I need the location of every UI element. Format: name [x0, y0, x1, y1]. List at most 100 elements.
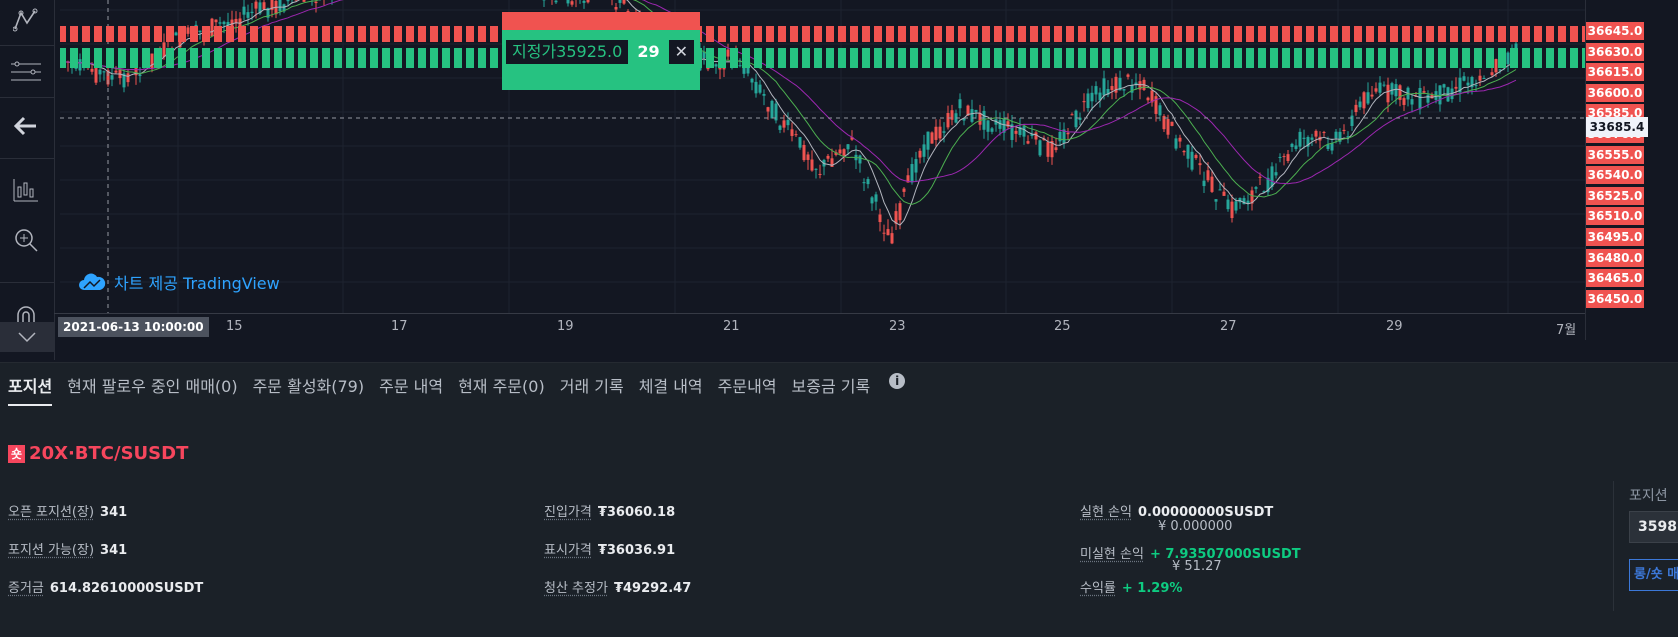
- order-band-red: [334, 26, 342, 42]
- candle-body: [1023, 126, 1026, 136]
- candle-body: [151, 54, 154, 69]
- order-band-red: [850, 26, 858, 42]
- candlestick-pane[interactable]: [60, 0, 1585, 313]
- order-band-green: [706, 48, 714, 68]
- order-band-green: [346, 48, 354, 68]
- order-band-red: [922, 26, 930, 42]
- entry-price-field: 진입가격₮36060.18: [544, 501, 675, 520]
- order-price-label[interactable]: 지정가35925.0: [505, 39, 629, 65]
- order-band-red: [418, 26, 426, 42]
- order-line-widget[interactable]: 지정가35925.0 29 ✕: [502, 12, 700, 90]
- candle-body: [1475, 85, 1478, 86]
- realized-cny: ¥ 0.000000: [1158, 519, 1232, 534]
- order-band-green: [1498, 48, 1506, 68]
- order-band-green: [718, 48, 726, 68]
- order-band-green: [1258, 48, 1266, 68]
- candle-body: [1027, 141, 1030, 143]
- candle-body: [927, 132, 930, 150]
- candle-body: [279, 0, 282, 11]
- order-band-red: [958, 26, 966, 42]
- unrealized-label: 미실현 손익: [1080, 547, 1144, 562]
- back-arrow-icon[interactable]: [6, 106, 46, 146]
- margin-field: 증거금614.82610000SUSDT: [8, 577, 203, 596]
- order-band-red: [1462, 26, 1470, 42]
- fib-tool-icon[interactable]: [6, 52, 46, 92]
- candle-body: [103, 71, 106, 72]
- candle-body: [751, 79, 754, 83]
- zoom-in-icon[interactable]: [6, 220, 46, 260]
- pattern-tool-icon[interactable]: [6, 0, 46, 40]
- order-band-red: [886, 26, 894, 42]
- order-band-green: [274, 48, 282, 68]
- margin-value: 614.82610000SUSDT: [50, 581, 203, 596]
- chart-area[interactable]: 차트 제공 TradingView 지정가35925.0 29 ✕ 36645.…: [0, 0, 1678, 362]
- candle-body: [1159, 105, 1162, 115]
- info-icon[interactable]: i: [889, 373, 905, 389]
- order-band-red: [1390, 26, 1398, 42]
- order-band-red: [106, 26, 114, 42]
- order-close-button[interactable]: ✕: [668, 39, 695, 65]
- order-band-red: [1474, 26, 1482, 42]
- order-band-green: [286, 48, 294, 68]
- order-band-green: [1186, 48, 1194, 68]
- candle-body: [287, 0, 290, 1]
- candle-body: [555, 1, 558, 3]
- chevron-down-icon[interactable]: [0, 322, 54, 352]
- order-band-green: [790, 48, 798, 68]
- candle-body: [1055, 147, 1058, 150]
- candle-body: [1095, 86, 1098, 94]
- candle-body: [1287, 154, 1290, 161]
- order-band-red: [322, 26, 330, 42]
- order-band-red: [142, 26, 150, 42]
- candle-body: [1295, 145, 1298, 149]
- order-band-red: [298, 26, 306, 42]
- order-band-red: [1246, 26, 1254, 42]
- tab-0[interactable]: 포지션: [8, 373, 52, 406]
- long-short-button[interactable]: 롱/숏 매: [1629, 559, 1678, 591]
- tab-7[interactable]: 주문내역: [718, 373, 777, 406]
- order-band-red: [1546, 26, 1554, 42]
- tab-8[interactable]: 보증금 기록: [792, 373, 871, 406]
- order-band-red: [1234, 26, 1242, 42]
- entry-value: ₮36060.18: [598, 505, 675, 520]
- time-axis[interactable]: 2021-06-13 10:00:00 15171921232527297월: [54, 313, 1585, 341]
- tab-6[interactable]: 체결 내역: [639, 373, 703, 406]
- order-band-red: [130, 26, 138, 42]
- price-scale[interactable]: 36645.036630.036615.036600.036585.036570…: [1585, 0, 1648, 340]
- order-band-green: [1438, 48, 1446, 68]
- tab-2[interactable]: 주문 활성화(79): [253, 373, 365, 406]
- position-qty-input[interactable]: 3598: [1629, 511, 1678, 543]
- open-positions-value: 341: [100, 505, 127, 520]
- price-label: 36525.0: [1586, 187, 1644, 205]
- candle-body: [1507, 53, 1510, 65]
- order-band-red: [742, 26, 750, 42]
- tab-5[interactable]: 거래 기록: [560, 373, 624, 406]
- order-band-red: [1342, 26, 1350, 42]
- tab-4[interactable]: 현재 주문(0): [458, 373, 545, 406]
- candle-body: [1315, 131, 1318, 137]
- order-band-red: [238, 26, 246, 42]
- candle-body: [727, 50, 730, 57]
- order-band-green: [466, 48, 474, 68]
- order-band-green: [1054, 48, 1062, 68]
- candle-body: [1271, 166, 1274, 186]
- tradingview-attribution[interactable]: 차트 제공 TradingView: [78, 270, 280, 294]
- order-band-green: [418, 48, 426, 68]
- indicator-tool-icon[interactable]: [6, 170, 46, 210]
- candle-body: [1039, 140, 1042, 155]
- order-band-red: [382, 26, 390, 42]
- candle-body: [139, 75, 142, 76]
- order-band-green: [778, 48, 786, 68]
- tab-1[interactable]: 현재 팔로우 중인 매매(0): [67, 373, 237, 406]
- order-band-green: [1330, 48, 1338, 68]
- candle-body: [1423, 91, 1426, 92]
- tab-3[interactable]: 주문 내역: [379, 373, 443, 406]
- candle-body: [863, 182, 866, 183]
- order-band-green: [1534, 48, 1542, 68]
- candle-body: [887, 229, 890, 235]
- realized-pnl-field: 실현 손익0.00000000SUSDT: [1080, 501, 1273, 520]
- order-band-red: [1186, 26, 1194, 42]
- order-band-green: [958, 48, 966, 68]
- candle-body: [899, 203, 902, 220]
- order-band-red: [946, 26, 954, 42]
